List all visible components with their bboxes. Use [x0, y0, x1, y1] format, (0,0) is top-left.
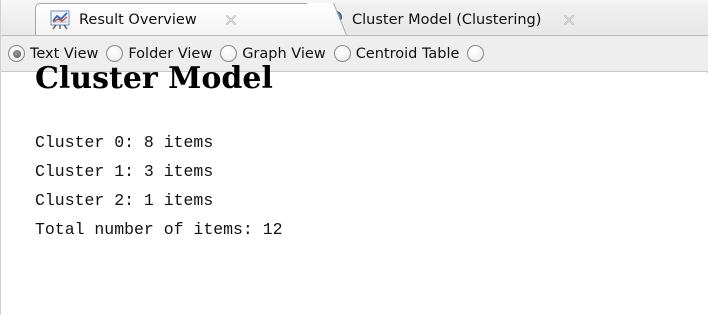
folder-view-radio[interactable]: [106, 45, 124, 62]
graph-view-label: Graph View: [242, 45, 326, 62]
cluster-line: Cluster 1: 3 items: [35, 162, 214, 181]
centroid-table-radio[interactable]: [333, 45, 351, 62]
graph-view-radio[interactable]: [220, 45, 238, 62]
close-icon[interactable]: [563, 14, 575, 26]
view-option-text[interactable]: Text View: [8, 45, 98, 62]
cluster-summary: Cluster 0: 8 items Cluster 1: 3 items Cl…: [35, 128, 283, 244]
tab-result-overview-label: Result Overview: [79, 12, 197, 28]
centroid-table-label: Centroid Table: [355, 45, 460, 62]
close-icon[interactable]: [225, 14, 237, 26]
result-window: Result Overview Cluster Model (Clusterin…: [0, 0, 708, 315]
view-option-folder[interactable]: Folder View: [106, 45, 212, 62]
view-option-centroid-table[interactable]: Centroid Table: [333, 45, 460, 62]
page-title: Cluster Model: [35, 61, 273, 96]
folder-view-label: Folder View: [128, 45, 213, 62]
view-option-graph[interactable]: Graph View: [220, 45, 326, 62]
total-items-line: Total number of items: 12: [35, 220, 283, 239]
cluster-line: Cluster 0: 8 items: [35, 133, 214, 152]
text-view-label: Text View: [30, 45, 99, 62]
result-overview-icon: [50, 10, 70, 30]
text-view-radio[interactable]: [8, 45, 25, 62]
tab-cluster-model-label: Cluster Model (Clustering): [352, 11, 542, 28]
tab-result-overview[interactable]: Result Overview: [35, 3, 321, 35]
tab-strip: Result Overview Cluster Model (Clusterin…: [1, 0, 708, 36]
next-view-radio[interactable]: [467, 45, 485, 62]
cluster-line: Cluster 2: 1 items: [35, 191, 214, 210]
tab-cluster-model[interactable]: Cluster Model (Clustering): [315, 3, 708, 35]
